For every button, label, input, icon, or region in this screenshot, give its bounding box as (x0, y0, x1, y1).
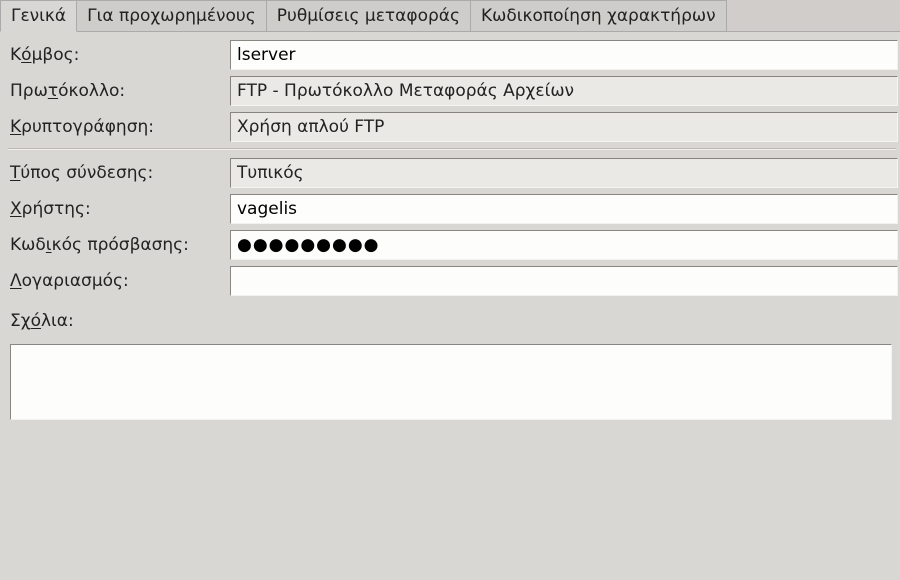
tab-advanced[interactable]: Για προχωρημένους (76, 0, 267, 31)
encryption-label: Κρυπτογράφηση: (4, 117, 230, 137)
host-label: Κόμβος: (4, 45, 230, 65)
account-input[interactable] (230, 266, 898, 296)
tab-charset[interactable]: Κωδικοποίηση χαρακτήρων (470, 0, 727, 31)
protocol-dropdown[interactable]: FTP - Πρωτόκολλο Μεταφοράς Αρχείων (230, 76, 898, 106)
tab-bar: Γενικά Για προχωρημένους Ρυθμίσεις μεταφ… (0, 0, 900, 32)
comments-label: Σχόλια: (4, 311, 230, 331)
tab-transfer-settings[interactable]: Ρυθμίσεις μεταφοράς (266, 0, 471, 31)
protocol-label: Πρωτόκολλο: (4, 81, 230, 101)
logon-type-label: Τύπος σύνδεσης: (4, 163, 230, 183)
user-label: Χρήστης: (4, 199, 230, 219)
logon-type-dropdown[interactable]: Τυπικός (230, 158, 898, 188)
tab-general[interactable]: Γενικά (0, 0, 77, 32)
encryption-dropdown[interactable]: Χρήση απλού FTP (230, 112, 898, 142)
host-input[interactable] (230, 40, 898, 70)
password-label: Κωδικός πρόσβασης: (4, 235, 230, 255)
comments-textarea[interactable] (10, 344, 892, 420)
user-input[interactable] (230, 194, 898, 224)
general-panel: Κόμβος: Πρωτόκολλο: FTP - Πρωτόκολλο Μετ… (0, 32, 900, 425)
password-input[interactable] (230, 230, 898, 260)
separator (8, 148, 896, 150)
account-label: Λογαριασμός: (4, 271, 230, 291)
